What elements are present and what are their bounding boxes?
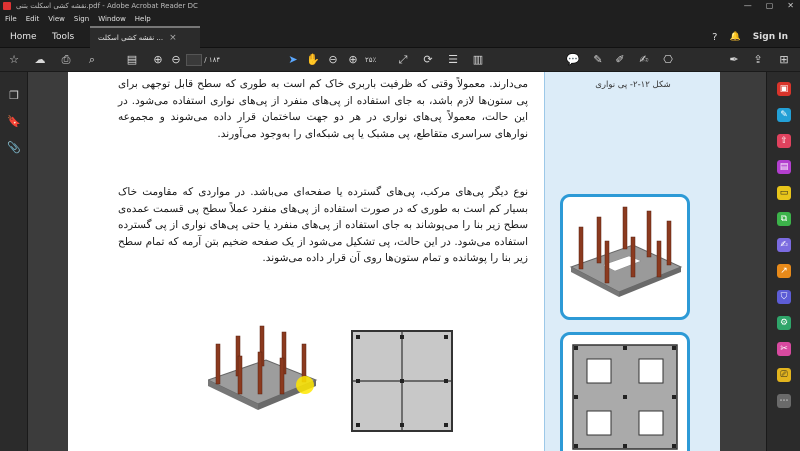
left-nav-rail: ❐ 🔖 📎	[0, 72, 28, 451]
page-navigator: / ۱۸۴	[186, 53, 220, 67]
bell-icon[interactable]: 🔔	[729, 32, 740, 42]
menu-window[interactable]: Window	[98, 12, 126, 26]
scroll-mode-icon[interactable]: ☰	[445, 52, 461, 68]
menu-view[interactable]: View	[48, 12, 65, 26]
tab-close-icon[interactable]: ×	[169, 29, 177, 47]
mat-foundation-3d-illustration	[208, 325, 318, 410]
document-gutter-left	[28, 72, 68, 451]
zoom-in-icon[interactable]: ⊕	[345, 52, 361, 68]
combine-files-icon[interactable]: ⧉	[777, 212, 791, 226]
figure-mat-foundation-plan	[560, 332, 690, 451]
figure-strip-foundation-3d	[560, 194, 690, 320]
highlight-pen-icon[interactable]: ✎	[590, 52, 606, 68]
right-tools-rail: ▣ ✎ ⇧ ▤ ▭ ⧉ ✍ ↗ ⛉ ⚙ ✂ ⎚ ⋯	[766, 72, 800, 451]
edit-sign-icon[interactable]: ✒	[726, 52, 742, 68]
minimize-button[interactable]: —	[744, 0, 752, 12]
export-pdf-icon[interactable]: ⇧	[777, 134, 791, 148]
menu-help[interactable]: Help	[135, 12, 151, 26]
search-icon[interactable]: ⌕	[84, 52, 100, 68]
bookmark-star-icon[interactable]: ☆	[6, 52, 22, 68]
fill-sign-tool-icon[interactable]: ✍	[777, 238, 791, 252]
sign-in-button[interactable]: Sign In	[753, 32, 788, 42]
more-tools-icon[interactable]: ⋯	[777, 394, 791, 408]
zoom-out-icon[interactable]: ⊖	[325, 52, 341, 68]
upload-cloud-icon[interactable]: ☁	[32, 52, 48, 68]
comment-tool-icon[interactable]: ▭	[777, 186, 791, 200]
share-link-icon[interactable]: ⊞	[776, 52, 792, 68]
mat-foundation-plan-illustration	[572, 344, 678, 450]
fill-sign-icon[interactable]: ✍	[636, 52, 652, 68]
page-separator: /	[204, 56, 207, 64]
scan-ocr-icon[interactable]: ⎚	[777, 368, 791, 382]
edit-pdf-icon[interactable]: ✎	[777, 108, 791, 122]
maximize-button[interactable]: ▢	[766, 0, 774, 12]
menu-sign[interactable]: Sign	[74, 12, 89, 26]
toolbar: ☆ ☁ ⎙ ⌕ ▤ ⊕ ⊖ / ۱۸۴ ➤ ✋ ⊖ ⊕ ۲۵٪ ⤢ ⟳ ☰ ▥ …	[0, 48, 800, 72]
tab-tools[interactable]: Tools	[52, 26, 74, 48]
document-gutter-right	[720, 72, 766, 451]
body-paragraph-2: نوع دیگر پی‌های مرکب، پی‌های گسترده یا ص…	[118, 186, 528, 264]
body-paragraph-1: می‌دارند. معمولاً وقتی که ظرفیت باربری خ…	[118, 78, 528, 140]
tab-bar: Home Tools نقشه کشی اسکلت ... × ? 🔔 Sign…	[0, 26, 800, 48]
share-icon[interactable]: ⇪	[750, 52, 766, 68]
help-icon[interactable]: ?	[712, 32, 717, 43]
select-cursor-icon[interactable]: ➤	[285, 52, 301, 68]
close-window-button[interactable]: ✕	[787, 0, 794, 12]
tab-document-label: نقشه کشی اسکلت ...	[98, 34, 164, 42]
title-bar: نقشه‌ کشی اسکلت بتنی.pdf - Adobe Acrobat…	[0, 0, 800, 12]
hand-tool-icon[interactable]: ✋	[305, 52, 321, 68]
read-mode-icon[interactable]: ▥	[470, 52, 486, 68]
header-right: ? 🔔 Sign In	[712, 26, 800, 48]
tab-home[interactable]: Home	[10, 26, 37, 48]
menu-bar: File Edit View Sign Window Help	[0, 12, 800, 26]
acrobat-icon	[3, 2, 11, 10]
mat-foundation-grid-plan	[351, 330, 453, 432]
previous-page-icon[interactable]: ⊕	[150, 52, 166, 68]
stamp-icon[interactable]: ⎔	[660, 52, 676, 68]
bookmarks-icon[interactable]: 🔖	[6, 114, 22, 130]
fit-page-icon[interactable]: ⤢	[395, 52, 411, 68]
window-controls: — ▢ ✕	[744, 0, 794, 12]
optimize-pdf-icon[interactable]: ⚙	[777, 316, 791, 330]
print-icon[interactable]: ⎙	[58, 52, 74, 68]
protect-icon[interactable]: ⛉	[777, 290, 791, 304]
draw-icon[interactable]: ✐	[612, 52, 628, 68]
window-title: نقشه‌ کشی اسکلت بتنی.pdf - Adobe Acrobat…	[16, 2, 198, 10]
menu-file[interactable]: File	[5, 12, 17, 26]
rotate-icon[interactable]: ⟳	[420, 52, 436, 68]
zoom-level[interactable]: ۲۵٪	[365, 53, 389, 67]
figure-caption-strip-foundation: شکل ۱۲-۲- پی نواری	[595, 80, 671, 90]
create-pdf-icon[interactable]: ▣	[777, 82, 791, 96]
page-thumbnail-icon[interactable]: ▤	[124, 52, 140, 68]
pdf-page[interactable]: می‌دارند. معمولاً وقتی که ظرفیت باربری خ…	[68, 72, 720, 451]
send-review-icon[interactable]: ↗	[777, 264, 791, 278]
comment-icon[interactable]: 💬	[565, 52, 581, 68]
tab-document[interactable]: نقشه کشی اسکلت ... ×	[90, 26, 200, 48]
strip-foundation-3d-illustration	[569, 206, 683, 297]
attachments-icon[interactable]: 📎	[6, 140, 22, 156]
next-page-icon[interactable]: ⊖	[168, 52, 184, 68]
redact-icon[interactable]: ✂	[777, 342, 791, 356]
organize-pages-icon[interactable]: ▤	[777, 160, 791, 174]
page-thumbnails-icon[interactable]: ❐	[6, 88, 22, 104]
pointer-highlight	[296, 376, 314, 394]
menu-edit[interactable]: Edit	[26, 12, 40, 26]
page-number-input[interactable]	[186, 54, 202, 66]
page-total: ۱۸۴	[208, 56, 221, 64]
